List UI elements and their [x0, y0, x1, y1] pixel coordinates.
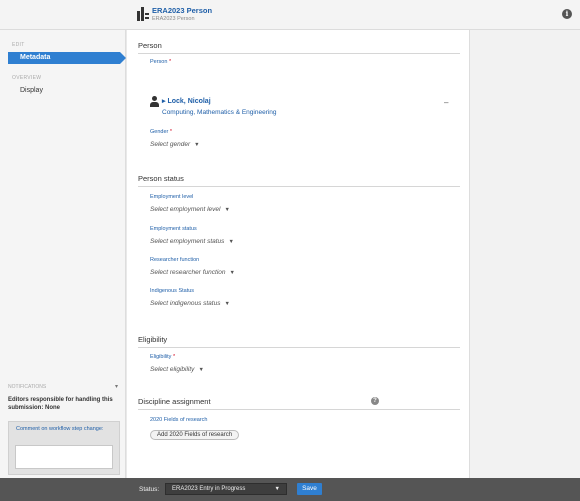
gender-select-value: Select gender — [150, 141, 191, 148]
fields-of-research-label: 2020 Fields of research — [150, 417, 208, 423]
section-divider — [138, 347, 460, 348]
sidebar-item-display[interactable]: Display — [20, 87, 43, 94]
section-title-person-status: Person status — [138, 174, 184, 183]
page-title[interactable]: ERA2023 Person — [152, 6, 212, 15]
info-icon[interactable]: i — [562, 9, 572, 19]
person-label-text: Person — [150, 59, 168, 65]
sidebar-section-edit: EDIT — [12, 42, 25, 48]
section-title-discipline: Discipline assignment — [138, 397, 211, 406]
indigenous-status-select[interactable]: Select indigenous status ▼ — [150, 300, 230, 307]
gender-select[interactable]: Select gender ▼ — [150, 141, 200, 148]
chevron-down-icon: ▼ — [224, 301, 230, 307]
indigenous-status-value: Select indigenous status — [150, 300, 221, 307]
right-panel — [470, 30, 580, 478]
employment-level-label: Employment level — [150, 194, 194, 200]
person-name-text: Lock, Nicolaj — [167, 98, 211, 105]
chevron-down-icon: ▼ — [274, 486, 280, 492]
gender-field-label: Gender * — [150, 129, 172, 135]
add-fields-of-research-button[interactable]: Add 2020 Fields of research — [150, 430, 240, 440]
section-divider — [138, 186, 460, 187]
person-name-link[interactable]: ▸ Lock, Nicolaj — [162, 97, 211, 105]
employment-level-select[interactable]: Select employment level ▼ — [150, 206, 230, 213]
section-title-eligibility: Eligibility — [138, 335, 168, 344]
chevron-down-icon: ▼ — [224, 207, 230, 213]
employment-status-select[interactable]: Select employment status ▼ — [150, 238, 234, 245]
researcher-function-label: Researcher function — [150, 257, 200, 263]
status-select-value: ERA2023 Entry in Progress — [172, 486, 246, 492]
eligibility-select[interactable]: Select eligibility ▼ — [150, 366, 204, 373]
employment-level-value: Select employment level — [150, 206, 221, 213]
section-divider — [138, 53, 460, 54]
gender-label-text: Gender — [150, 129, 169, 135]
sidebar: EDIT Metadata OVERVIEW Display NOTIFICAT… — [0, 30, 126, 478]
status-label: Status: — [139, 486, 160, 493]
workflow-comment-textarea[interactable] — [15, 445, 113, 469]
sidebar-item-metadata[interactable]: Metadata — [8, 52, 126, 64]
required-marker: * — [168, 59, 172, 65]
section-divider — [138, 409, 460, 410]
researcher-function-select[interactable]: Select researcher function ▼ — [150, 269, 235, 276]
indigenous-status-label: Indigenous Status — [150, 288, 195, 294]
chevron-down-icon: ▼ — [194, 142, 200, 148]
main-form: Person Person * ▸ Lock, Nicolaj Computin… — [127, 30, 470, 478]
workflow-comment-label: Comment on workflow step change: — [16, 426, 104, 432]
status-bar: Status: ERA2023 Entry in Progress ▼ Save — [0, 478, 580, 501]
editors-responsible-text: Editors responsible for handling this su… — [8, 397, 113, 411]
notifications-heading-label: NOTIFICATIONS — [8, 384, 47, 390]
save-button[interactable]: Save — [297, 483, 322, 495]
remove-person-icon[interactable]: – — [444, 98, 448, 107]
header-bar: ERA2023 Person ERA2023 Person i — [0, 0, 580, 30]
status-select[interactable]: ERA2023 Entry in Progress ▼ — [165, 483, 287, 495]
person-department: Computing, Mathematics & Engineering — [162, 109, 277, 116]
eligibility-label-text: Eligibility — [150, 354, 172, 360]
required-marker: * — [172, 354, 176, 360]
notifications-heading[interactable]: NOTIFICATIONS ▾ — [8, 384, 120, 390]
help-icon[interactable]: ? — [371, 397, 379, 405]
workflow-comment-panel: Comment on workflow step change: — [8, 421, 120, 475]
chevron-down-icon: ▼ — [228, 239, 234, 245]
researcher-function-value: Select researcher function — [150, 269, 226, 276]
chevron-down-icon[interactable]: ▾ — [115, 383, 118, 390]
employment-status-label: Employment status — [150, 226, 197, 232]
employment-status-value: Select employment status — [150, 238, 225, 245]
chevron-down-icon: ▼ — [229, 270, 235, 276]
section-title-person: Person — [138, 41, 162, 50]
person-field-label: Person * — [150, 59, 171, 65]
person-icon — [150, 96, 159, 107]
app-logo-icon — [137, 7, 149, 21]
eligibility-field-label: Eligibility * — [150, 354, 175, 360]
chevron-down-icon: ▼ — [198, 367, 204, 373]
sidebar-section-overview: OVERVIEW — [12, 75, 42, 81]
required-marker: * — [169, 129, 173, 135]
page-subtitle: ERA2023 Person — [152, 16, 195, 22]
eligibility-select-value: Select eligibility — [150, 366, 195, 373]
